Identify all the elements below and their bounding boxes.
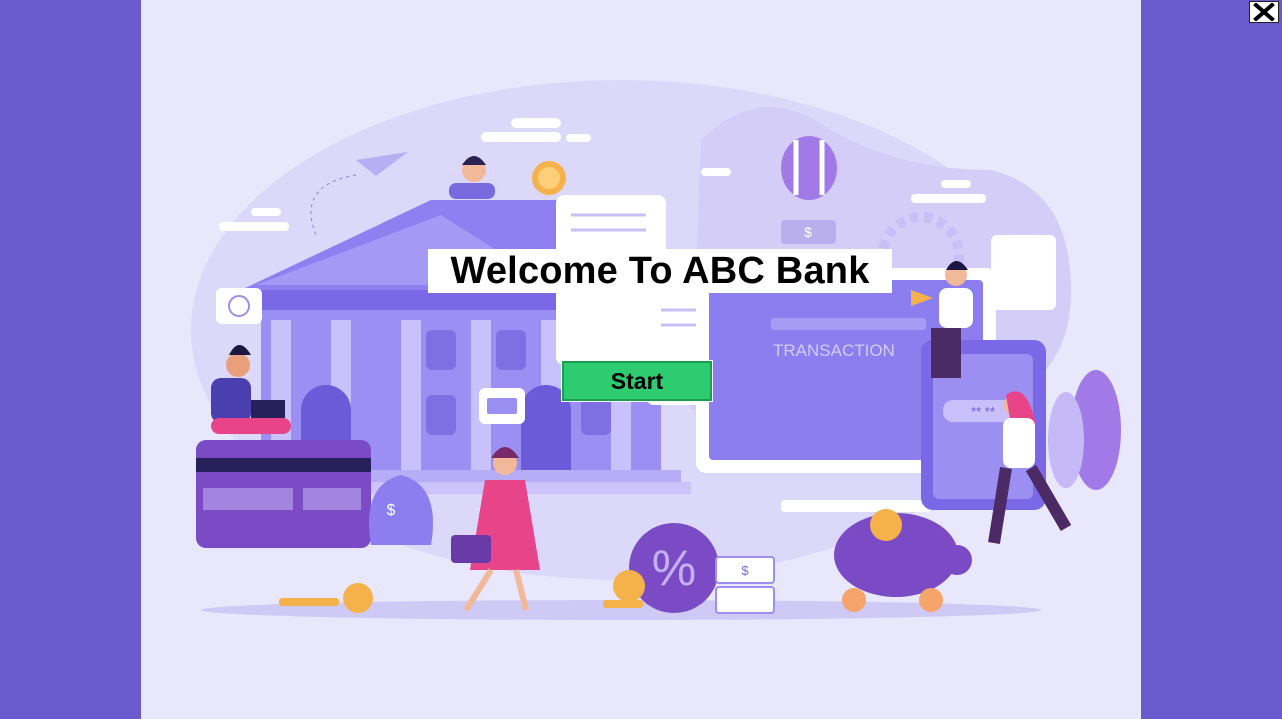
banknote-symbol: $ [741,563,749,578]
globe-icon [216,288,262,324]
credit-card [196,440,371,548]
start-button[interactable]: Start [561,360,713,402]
coin-icon [532,161,566,195]
close-button[interactable] [1249,1,1279,23]
hot-air-balloon-icon: $ [781,136,837,244]
percent-icon: % [629,523,719,613]
bank-illustration: $ TRANSACTION ** ** $ % $ [191,80,1121,620]
banknote-icon: $ [715,556,775,614]
piggy-bank-icon [834,509,972,612]
password-mask-text: ** ** [971,404,995,419]
percent-text: % [652,540,696,596]
illustration-stage: $ TRANSACTION ** ** $ % $ [141,0,1141,719]
close-x-icon [1253,3,1275,21]
transaction-label: TRANSACTION [773,341,895,360]
balloon-currency-text: $ [804,224,812,240]
trees [1048,370,1121,490]
money-bag-symbol: $ [387,502,396,519]
welcome-title: Welcome To ABC Bank [428,249,892,293]
speech-bubble-cash-icon [479,388,525,424]
